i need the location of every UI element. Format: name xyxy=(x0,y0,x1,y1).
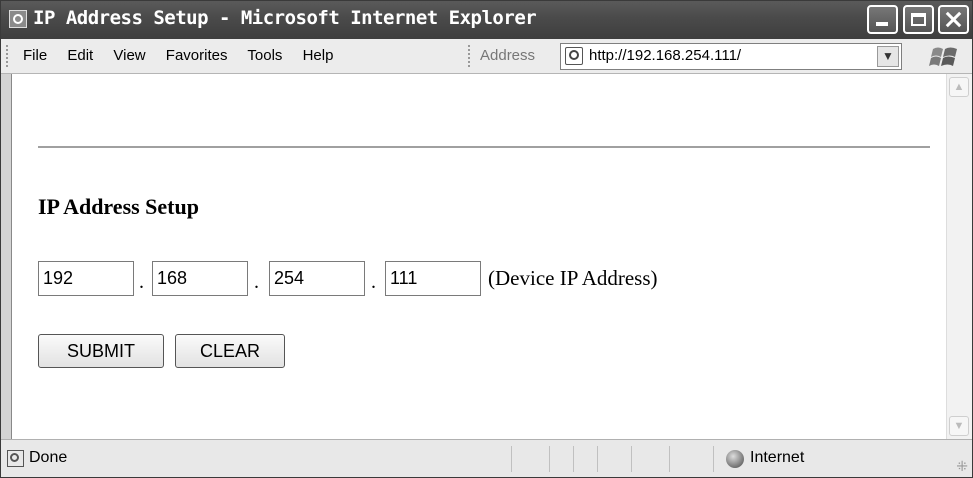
address-input[interactable]: http://192.168.254.111/ ▼ xyxy=(560,43,902,70)
window-title: IP Address Setup - Microsoft Internet Ex… xyxy=(33,7,537,29)
toolbar-grip[interactable] xyxy=(6,45,10,67)
menu-favorites[interactable]: Favorites xyxy=(166,47,228,64)
menu-edit[interactable]: Edit xyxy=(67,47,93,64)
status-divider xyxy=(549,446,550,472)
status-divider xyxy=(631,446,632,472)
maximize-button[interactable] xyxy=(903,5,934,34)
horizontal-rule xyxy=(38,146,930,148)
menu-file[interactable]: File xyxy=(23,47,47,64)
status-divider xyxy=(511,446,512,472)
scroll-up-icon[interactable]: ▲ xyxy=(949,77,969,97)
status-divider xyxy=(713,446,714,472)
address-url[interactable]: http://192.168.254.111/ xyxy=(589,47,741,64)
ie-page-icon xyxy=(9,10,27,28)
ip-separator: . xyxy=(371,271,376,293)
address-label: Address xyxy=(480,47,536,64)
chevron-down-icon[interactable]: ▼ xyxy=(877,46,899,67)
submit-button[interactable]: SUBMIT xyxy=(38,334,164,368)
menu-help[interactable]: Help xyxy=(303,47,334,64)
page-content: IP Address Setup . . . (Device IP Addres… xyxy=(11,74,947,439)
ip-description: (Device IP Address) xyxy=(488,266,658,290)
minimize-button[interactable] xyxy=(867,5,898,34)
status-divider xyxy=(669,446,670,472)
page-done-icon xyxy=(7,450,24,467)
ip-octet-3[interactable] xyxy=(269,261,365,296)
address-grip[interactable] xyxy=(468,45,472,67)
status-divider xyxy=(597,446,598,472)
menu-bar: File Edit View Favorites Tools Help Addr… xyxy=(1,39,972,74)
title-bar[interactable]: IP Address Setup - Microsoft Internet Ex… xyxy=(1,1,972,39)
vertical-scrollbar[interactable]: ▲ ▼ xyxy=(946,74,972,439)
ip-octet-2[interactable] xyxy=(152,261,248,296)
page-heading: IP Address Setup xyxy=(38,194,199,219)
status-text: Done xyxy=(29,449,68,466)
ip-separator: . xyxy=(139,271,144,293)
menu-tools[interactable]: Tools xyxy=(247,47,282,64)
ip-octet-1[interactable] xyxy=(38,261,134,296)
menu-view[interactable]: View xyxy=(113,47,145,64)
security-zone: Internet xyxy=(750,449,805,466)
status-divider xyxy=(573,446,574,472)
ip-separator: . xyxy=(254,271,259,293)
status-bar: Done Internet ⁜ xyxy=(1,439,972,477)
clear-button[interactable]: CLEAR xyxy=(175,334,285,368)
scroll-down-icon[interactable]: ▼ xyxy=(949,416,969,436)
internet-globe-icon xyxy=(726,450,744,468)
menu-items: File Edit View Favorites Tools Help xyxy=(23,47,349,64)
close-button[interactable] xyxy=(938,5,969,34)
ie-page-icon xyxy=(565,47,583,65)
resize-grip-icon[interactable]: ⁜ xyxy=(956,458,968,475)
browser-window: IP Address Setup - Microsoft Internet Ex… xyxy=(0,0,973,478)
windows-flag-icon xyxy=(929,47,957,66)
ip-octet-4[interactable] xyxy=(385,261,481,296)
